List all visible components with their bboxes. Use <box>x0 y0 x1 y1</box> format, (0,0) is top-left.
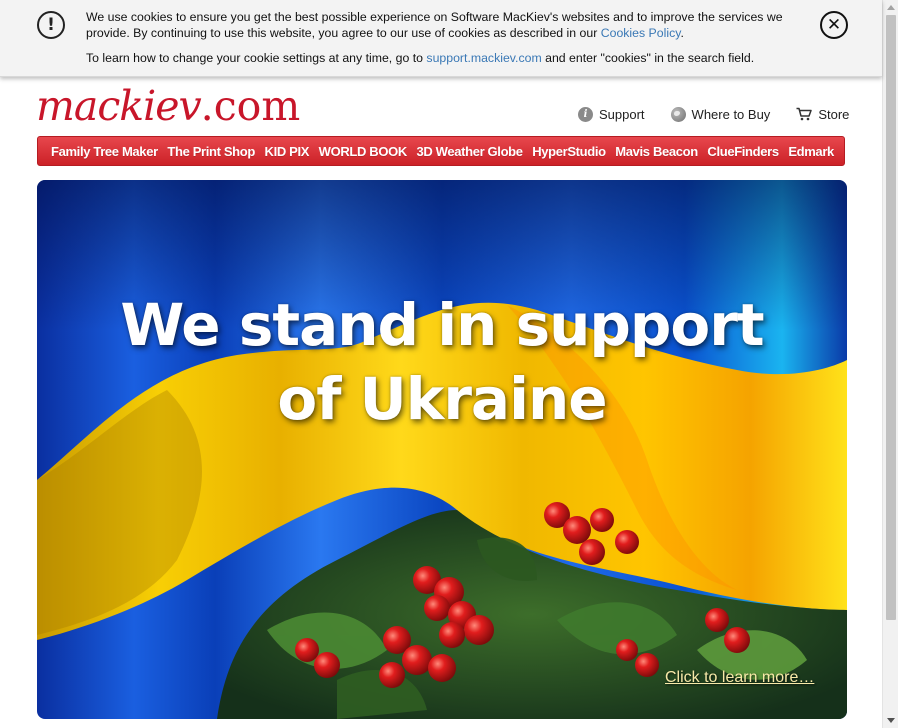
cookie-settings-text-prefix: To learn how to change your cookie setti… <box>86 51 427 65</box>
warning-icon: ! <box>37 11 65 39</box>
nav-item-hyperstudio[interactable]: HyperStudio <box>532 144 606 159</box>
scrollbar-thumb[interactable] <box>886 15 896 620</box>
product-nav-bar: Family Tree Maker The Print Shop KID PIX… <box>37 136 845 166</box>
nav-item-world-book[interactable]: WORLD BOOK <box>319 144 408 159</box>
where-to-buy-label: Where to Buy <box>691 106 771 122</box>
where-to-buy-link[interactable]: Where to Buy <box>670 104 771 124</box>
support-header-label: Support <box>599 106 645 122</box>
support-header-link[interactable]: i Support <box>578 104 645 124</box>
support-link[interactable]: support.mackiev.com <box>426 51 541 65</box>
nav-item-cluefinders[interactable]: ClueFinders <box>707 144 779 159</box>
hero-headline: We stand in support of Ukraine <box>37 288 847 436</box>
header-links: i Support Where to Buy Store <box>578 104 849 124</box>
scroll-up-arrow-icon[interactable] <box>887 5 895 10</box>
cookie-notice-text: We use cookies to ensure you get the bes… <box>86 9 786 41</box>
nav-item-family-tree-maker[interactable]: Family Tree Maker <box>51 144 158 159</box>
nav-item-edmark[interactable]: Edmark <box>788 144 834 159</box>
hero-headline-line1: We stand in support <box>120 291 764 359</box>
nav-item-the-print-shop[interactable]: The Print Shop <box>167 144 255 159</box>
ukraine-flag-image <box>37 180 847 719</box>
globe-icon <box>670 106 686 122</box>
nav-item-3d-weather-globe[interactable]: 3D Weather Globe <box>417 144 523 159</box>
store-link[interactable]: Store <box>796 104 849 124</box>
scroll-down-arrow-icon[interactable] <box>887 718 895 723</box>
store-label: Store <box>818 106 850 122</box>
cookie-notice-text-suffix: . <box>680 26 684 40</box>
cookie-settings-text-suffix: and enter "cookies" in the search field. <box>541 51 755 65</box>
ukraine-hero-banner[interactable]: We stand in support of Ukraine Click to … <box>37 180 847 719</box>
info-icon: i <box>578 106 593 122</box>
cookies-policy-link[interactable]: Cookies Policy <box>601 26 681 40</box>
page-scrollbar[interactable] <box>882 0 898 728</box>
hero-headline-line2: of Ukraine <box>277 365 607 433</box>
nav-item-mavis-beacon[interactable]: Mavis Beacon <box>615 144 698 159</box>
close-cookie-banner-button[interactable]: ✕ <box>820 11 848 39</box>
logo-suffix: .com <box>200 82 301 130</box>
close-icon: ✕ <box>826 15 842 35</box>
cookie-banner: ! We use cookies to ensure you get the b… <box>0 0 882 77</box>
learn-more-link[interactable]: Click to learn more… <box>665 669 814 687</box>
mackiev-logo[interactable]: mackiev.com <box>36 82 300 130</box>
cookie-settings-text: To learn how to change your cookie setti… <box>86 50 806 66</box>
cart-icon <box>796 107 813 121</box>
logo-wordmark: mackiev <box>36 82 202 130</box>
nav-item-kid-pix[interactable]: KID PIX <box>265 144 310 159</box>
